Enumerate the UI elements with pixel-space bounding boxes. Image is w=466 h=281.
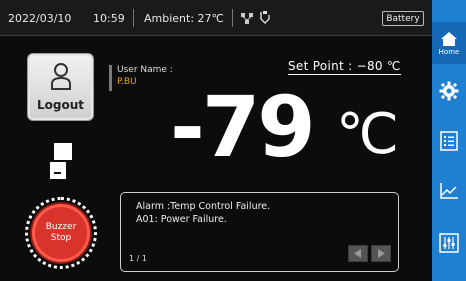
nav-chart[interactable] xyxy=(432,170,466,212)
nav-home-label: Home xyxy=(438,47,460,56)
alarm-message: Alarm :Temp Control Failure. xyxy=(136,201,271,212)
list-icon xyxy=(440,131,458,151)
buzzer-stop-button[interactable]: Buzzer Stop xyxy=(25,197,97,269)
home-icon xyxy=(441,31,457,46)
temperature-unit: ℃ xyxy=(336,102,399,167)
alarm-message: A01: Power Failure. xyxy=(136,214,227,225)
user-name-label: User Name : xyxy=(117,65,173,75)
user-name-value: P.BU xyxy=(117,77,137,87)
logout-button[interactable]: Logout xyxy=(27,53,94,121)
chart-icon xyxy=(440,183,458,199)
gear-icon xyxy=(439,81,459,101)
time-text: 10:59 xyxy=(93,12,125,25)
battery-label: Battery xyxy=(386,13,420,24)
freezer-icon xyxy=(48,141,74,185)
arrow-right-icon xyxy=(378,249,385,258)
next-button[interactable] xyxy=(371,245,391,262)
nav-home[interactable]: Home xyxy=(432,22,466,64)
network-icon xyxy=(240,10,254,26)
status-bar: 2022/03/10 10:59 Ambient: 27℃ Battery xyxy=(0,0,432,36)
buzzer-ring: Buzzer Stop xyxy=(32,204,90,262)
adjust-icon xyxy=(439,233,459,253)
set-point[interactable]: Set Point : −80 ℃ xyxy=(288,59,401,75)
usb-icon xyxy=(258,10,272,26)
nav-settings[interactable] xyxy=(432,70,466,112)
user-marker xyxy=(109,65,112,91)
nav-list[interactable] xyxy=(432,120,466,162)
battery-indicator: Battery xyxy=(382,11,424,26)
status-divider xyxy=(133,9,134,27)
previous-button[interactable] xyxy=(348,245,368,262)
user-icon xyxy=(51,63,71,90)
buzzer-label-line2: Stop xyxy=(50,233,72,243)
side-navigation: Home xyxy=(432,0,466,281)
ambient-text: Ambient: 27℃ xyxy=(144,12,224,25)
alarm-panel: Alarm :Temp Control Failure. A01: Power … xyxy=(120,192,399,272)
logout-label: Logout xyxy=(36,98,84,112)
buzzer-label-line1: Buzzer xyxy=(45,221,77,232)
status-divider xyxy=(232,9,233,27)
arrow-left-icon xyxy=(354,249,361,258)
nav-adjust[interactable] xyxy=(432,222,466,264)
temperature-value: -79 xyxy=(170,78,316,176)
main-panel: Logout User Name : P.BU Set Point : −80 … xyxy=(0,37,432,281)
alarm-page-indicator: 1 / 1 xyxy=(129,254,147,263)
date-text: 2022/03/10 xyxy=(8,12,72,25)
